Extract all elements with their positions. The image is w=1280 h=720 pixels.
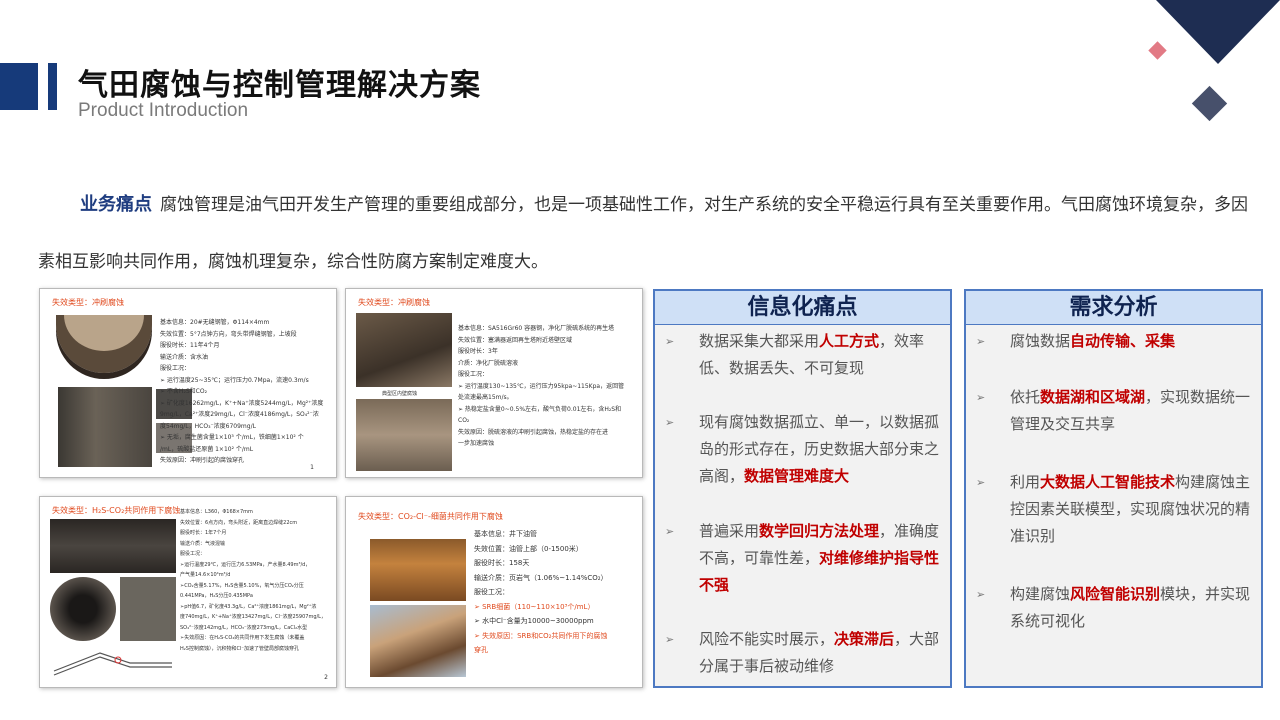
tubing-rusted-photo: [370, 605, 466, 677]
pipeline-diagram: [50, 643, 176, 679]
pipe-interior-photo: [50, 577, 116, 641]
card-title: 失效类型：H₂S-CO₂共同作用下腐蚀: [52, 506, 181, 515]
item-text: 构建腐蚀: [1010, 585, 1071, 603]
panel-title: 信息化痛点: [655, 291, 950, 325]
card-details: 基本信息：井下油管 失效位置：油管上部（0-1500米） 服役时长：158天 输送介质…: [474, 530, 608, 654]
intro-paragraph: 业务痛点 腐蚀管理是油气田开发生产管理的重要组成部分，也是一项基础性工作，对生产系…: [38, 176, 1248, 291]
card-details: 基本信息：SA516Gr60 容器钢，净化厂脱硫系统的再生塔 失效位置：塞满器返回…: [458, 325, 625, 447]
tubing-photo: [370, 539, 466, 601]
tower-inner-photo: [356, 399, 452, 471]
item-text: 数据采集大都采用: [699, 332, 820, 350]
intro-highlight: 业务痛点: [80, 194, 152, 215]
corrosion-pit-photo: [120, 577, 176, 641]
card-details: 基本信息：L360，Φ168×7mm 失效位置：6点方向，弯头附近，距离直边焊缝2…: [180, 509, 326, 652]
arrow-bullet-icon: ➢: [665, 335, 675, 348]
failure-case-card-1[interactable]: 失效类型：冲刷腐蚀 基本信息：20#无缝钢管，Φ114×4mm 失效位置：5°7点…: [39, 288, 337, 478]
arrow-bullet-icon: ➢: [665, 633, 675, 646]
item-text: 利用: [1010, 473, 1041, 491]
item-text: 普遍采用: [699, 522, 760, 540]
arrow-bullet-icon: ➢: [976, 588, 986, 601]
arrow-bullet-icon: ➢: [976, 391, 986, 404]
panel-requirement-analysis: 需求分析 ➢ 腐蚀数据自动传输、采集 ➢ 依托数据湖和区域湖，实现数据统一管理及交互…: [964, 289, 1263, 688]
title-accent-bar: [0, 63, 38, 110]
item-text: 腐蚀数据: [1010, 332, 1071, 350]
arrow-bullet-icon: ➢: [976, 476, 986, 489]
failure-case-card-3[interactable]: 失效类型：H₂S-CO₂共同作用下腐蚀 基本信息：L360，Φ168×7mm 失效…: [39, 496, 337, 688]
tower-wall-photo: [356, 313, 452, 387]
emphasis-text: 大数据人工智能技术: [1040, 473, 1176, 491]
pipe-inner-wall-photo: [58, 387, 152, 467]
card-title: 失效类型：CO₂-Cl⁻-细菌共同作用下腐蚀: [358, 512, 503, 521]
navy-diamond-decoration: [1191, 85, 1228, 122]
emphasis-text: 数据湖和区域湖: [1040, 388, 1146, 406]
item-text: 风险不能实时展示，: [699, 630, 835, 648]
pipe-exterior-photo: [50, 519, 176, 573]
arrow-bullet-icon: ➢: [976, 335, 986, 348]
intro-text: 腐蚀管理是油气田开发生产管理的重要组成部分，也是一项基础性工作，对生产系统的安全…: [38, 195, 1248, 272]
panel-info-pain-points: 信息化痛点 ➢ 数据采集大都采用人工方式，效率低、数据丢失、不可复现 ➢ 现有腐蚀数…: [653, 289, 952, 688]
page-subtitle: Product Introduction: [78, 100, 249, 121]
card-page-number: 2: [324, 673, 328, 681]
item-text: 依托: [1010, 388, 1041, 406]
pipe-cross-section-photo: [54, 311, 154, 381]
panel-title: 需求分析: [966, 291, 1261, 325]
card-title: 失效类型：冲刷腐蚀: [52, 298, 124, 307]
card-details: 基本信息：20#无缝钢管，Φ114×4mm 失效位置：5°7点钟方向，弯头带焊缝钢…: [160, 319, 324, 464]
failure-case-card-4[interactable]: 失效类型：CO₂-Cl⁻-细菌共同作用下腐蚀 基本信息：井下油管 失效位置：油管上…: [345, 496, 643, 688]
emphasis-text: 决策滞后: [834, 630, 895, 648]
emphasis-text: 数据管理难度大: [744, 467, 850, 485]
card-title: 失效类型：冲刷腐蚀: [358, 298, 430, 307]
title-accent-bar-thin: [48, 63, 57, 110]
card-page-number: 1: [310, 463, 314, 471]
page-title: 气田腐蚀与控制管理解决方案: [78, 68, 481, 103]
emphasis-text: 风险智能识别: [1070, 585, 1161, 603]
corner-triangle-decoration: [1156, 0, 1280, 64]
emphasis-text: 数学回归方法处理: [759, 522, 880, 540]
arrow-bullet-icon: ➢: [665, 525, 675, 538]
emphasis-text: 人工方式: [819, 332, 880, 350]
arrow-bullet-icon: ➢: [665, 416, 675, 429]
failure-case-card-2[interactable]: 失效类型：冲刷腐蚀 典型区内壁腐蚀 基本信息：SA516Gr60 容器钢，净化厂…: [345, 288, 643, 478]
emphasis-text: 自动传输、采集: [1070, 332, 1176, 350]
